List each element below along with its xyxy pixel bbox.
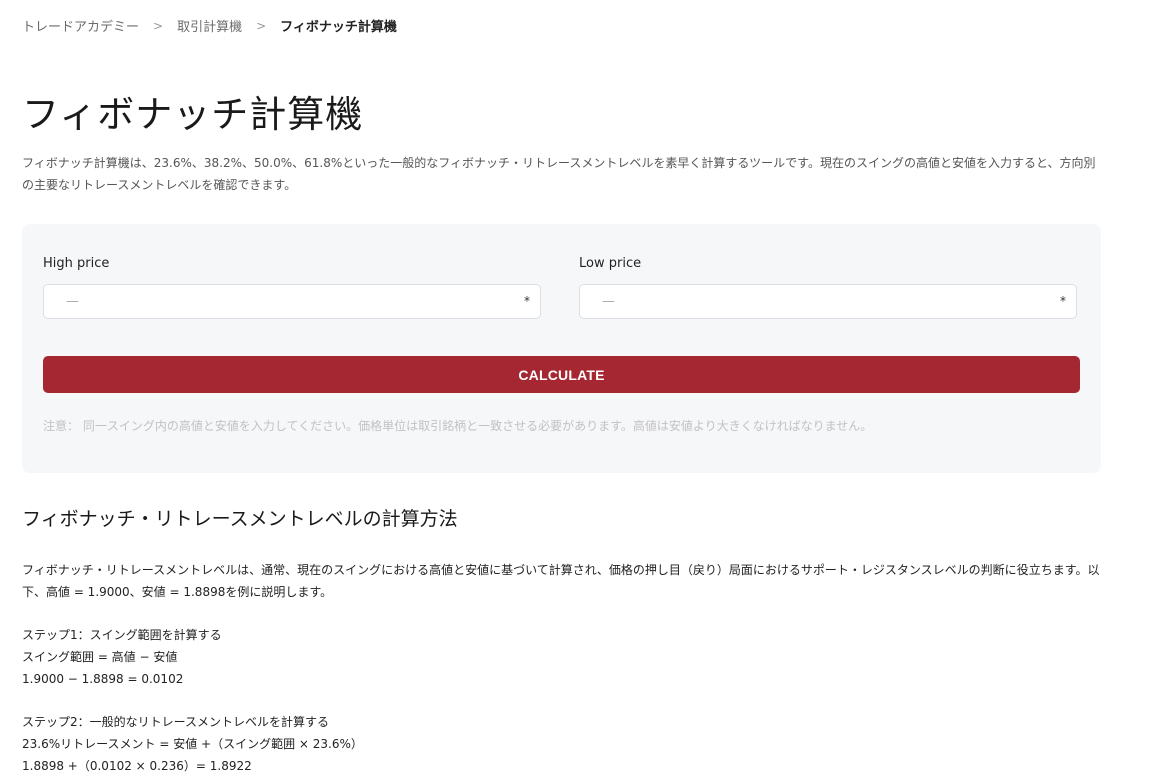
low-price-input[interactable] <box>580 285 1076 318</box>
low-price-input-box: * <box>579 284 1077 319</box>
low-price-label: Low price <box>579 256 642 271</box>
step2-example: 1.8898 +（0.0102 × 0.236）= 1.8922 <box>22 759 252 773</box>
calculator-card: High price * Low price * CALCULATE 注意： 同… <box>22 224 1101 473</box>
section-body: フィボナッチ・リトレースメントレベルは、通常、現在のスイングにおける高値と安値に… <box>22 559 1100 777</box>
required-mark: * <box>1060 294 1066 308</box>
step1-example: 1.9000 − 1.8898 = 0.0102 <box>22 672 184 686</box>
step1-formula: スイング範囲 = 高値 − 安値 <box>22 650 178 664</box>
breadcrumb-item-current: フィボナッチ計算機 <box>280 20 397 35</box>
section-title: フィボナッチ・リトレースメントレベルの計算方法 <box>22 508 458 530</box>
breadcrumb-item-trade-academy[interactable]: トレードアカデミー <box>22 16 139 35</box>
calculate-button[interactable]: CALCULATE <box>43 356 1080 393</box>
step1-title: ステップ1：スイング範囲を計算する <box>22 628 222 642</box>
chevron-right-icon: > <box>153 18 164 33</box>
breadcrumb-item-trading-calculators[interactable]: 取引計算機 <box>177 16 242 35</box>
step2-title: ステップ2：一般的なリトレースメントレベルを計算する <box>22 715 330 729</box>
high-price-input-box: * <box>43 284 541 319</box>
required-mark: * <box>524 294 530 308</box>
page-title: フィボナッチ計算機 <box>22 93 364 136</box>
low-price-field: Low price * <box>579 256 1079 319</box>
chevron-right-icon: > <box>256 18 267 33</box>
page-intro: フィボナッチ計算機は、23.6%、38.2%、50.0%、61.8%といった一般… <box>22 156 1096 192</box>
breadcrumb: トレードアカデミー > 取引計算機 > フィボナッチ計算機 <box>22 16 397 36</box>
step2-formula: 23.6%リトレースメント = 安値 +（スイング範囲 × 23.6%） <box>22 737 363 751</box>
section-intro: フィボナッチ・リトレースメントレベルは、通常、現在のスイングにおける高値と安値に… <box>22 563 1100 599</box>
calculator-note: 注意： 同一スイング内の高値と安値を入力してください。価格単位は取引銘柄と一致さ… <box>43 419 873 433</box>
high-price-label: High price <box>43 256 110 271</box>
high-price-field: High price * <box>43 256 543 319</box>
high-price-input[interactable] <box>44 285 540 318</box>
